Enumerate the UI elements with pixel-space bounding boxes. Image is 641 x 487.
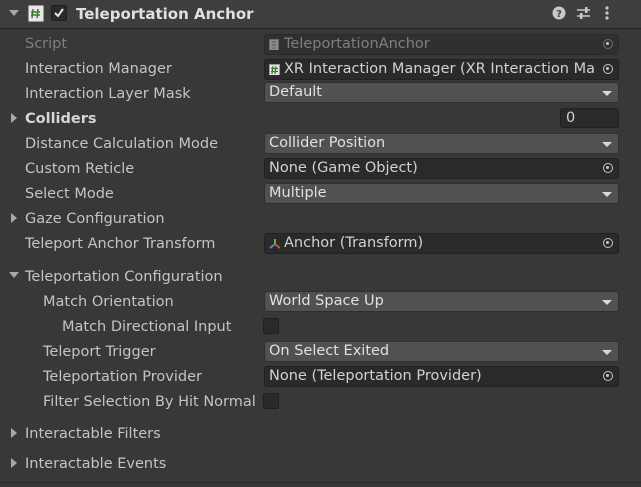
match-orientation-dropdown[interactable]: World Space Up (264, 291, 619, 312)
select-mode-dropdown[interactable]: Multiple (264, 183, 619, 204)
select-mode-value: Multiple (269, 185, 327, 201)
teleportation-provider-label: Teleportation Provider (43, 369, 202, 385)
chevron-down-icon (602, 300, 612, 305)
object-picker-icon[interactable] (603, 163, 613, 173)
distance-calculation-mode-label: Distance Calculation Mode (25, 136, 219, 152)
script-file-icon (269, 39, 279, 50)
teleport-anchor-transform-label: Teleport Anchor Transform (25, 236, 216, 252)
colliders-label[interactable]: Colliders (25, 109, 97, 129)
colliders-size-field[interactable]: 0 (560, 108, 619, 128)
divider (0, 482, 641, 483)
teleport-anchor-transform-field[interactable]: Anchor (Transform) (264, 233, 619, 254)
interaction-manager-field[interactable]: XR Interaction Manager (XR Interaction M… (264, 59, 619, 80)
script-component-icon (269, 64, 280, 75)
object-picker-icon[interactable] (603, 238, 613, 248)
teleportation-provider-value: None (Teleportation Provider) (269, 368, 482, 384)
interactable-events-label[interactable]: Interactable Events (25, 454, 166, 474)
chevron-down-icon (602, 350, 612, 355)
script-label: Script (25, 36, 68, 52)
interactable-events-fold-icon[interactable] (11, 458, 17, 468)
match-orientation-value: World Space Up (269, 293, 384, 309)
teleport-trigger-dropdown[interactable]: On Select Exited (264, 341, 619, 362)
distance-calculation-mode-value: Collider Position (269, 135, 386, 151)
gaze-configuration-fold-icon[interactable] (11, 213, 17, 223)
filter-selection-by-hit-normal-label: Filter Selection By Hit Normal (43, 394, 256, 410)
teleport-trigger-label: Teleport Trigger (43, 344, 156, 360)
interaction-layer-mask-label: Interaction Layer Mask (25, 86, 191, 102)
interaction-layer-mask-dropdown[interactable]: Default (264, 82, 619, 103)
interaction-manager-label: Interaction Manager (25, 61, 172, 77)
teleport-anchor-transform-value: Anchor (Transform) (284, 235, 424, 251)
teleportation-configuration-label[interactable]: Teleportation Configuration (25, 267, 223, 287)
teleportation-configuration-fold-icon[interactable] (9, 272, 19, 278)
interaction-manager-value: XR Interaction Manager (XR Interaction M… (284, 61, 596, 77)
check-icon (54, 8, 64, 18)
colliders-size-value: 0 (566, 110, 576, 126)
filter-selection-by-hit-normal-checkbox[interactable] (263, 393, 279, 409)
help-icon[interactable]: ? (552, 6, 566, 20)
kebab-menu-icon[interactable] (604, 5, 610, 21)
script-value: TeleportationAnchor (284, 36, 430, 52)
transform-icon (269, 239, 280, 249)
gaze-configuration-label[interactable]: Gaze Configuration (25, 209, 165, 229)
custom-reticle-value: None (Game Object) (269, 160, 418, 176)
component-header: Teleportation Anchor ? (0, 0, 641, 29)
interaction-layer-mask-value: Default (269, 84, 322, 100)
object-picker-icon[interactable] (603, 64, 613, 74)
presets-icon[interactable] (576, 6, 591, 20)
chevron-down-icon (602, 192, 612, 197)
script-component-icon (28, 5, 44, 22)
interactable-filters-fold-icon[interactable] (11, 428, 17, 438)
match-directional-input-checkbox[interactable] (263, 318, 279, 334)
chevron-down-icon (602, 142, 612, 147)
chevron-down-icon (602, 91, 612, 96)
match-orientation-label: Match Orientation (43, 294, 174, 310)
teleportation-provider-field[interactable]: None (Teleportation Provider) (264, 366, 619, 387)
match-directional-input-label: Match Directional Input (62, 319, 232, 335)
object-picker-icon (603, 39, 613, 49)
teleport-trigger-value: On Select Exited (269, 343, 390, 359)
script-field: TeleportationAnchor (264, 34, 619, 55)
component-title: Teleportation Anchor (76, 5, 254, 23)
interactable-filters-label[interactable]: Interactable Filters (25, 424, 161, 444)
object-picker-icon[interactable] (603, 371, 613, 381)
distance-calculation-mode-dropdown[interactable]: Collider Position (264, 133, 619, 154)
colliders-fold-icon[interactable] (11, 113, 17, 123)
svg-text:?: ? (556, 9, 562, 20)
custom-reticle-field[interactable]: None (Game Object) (264, 158, 619, 179)
select-mode-label: Select Mode (25, 186, 114, 202)
custom-reticle-label: Custom Reticle (25, 161, 135, 177)
enabled-checkbox[interactable] (51, 5, 67, 21)
collapse-arrow-icon[interactable] (9, 10, 19, 16)
